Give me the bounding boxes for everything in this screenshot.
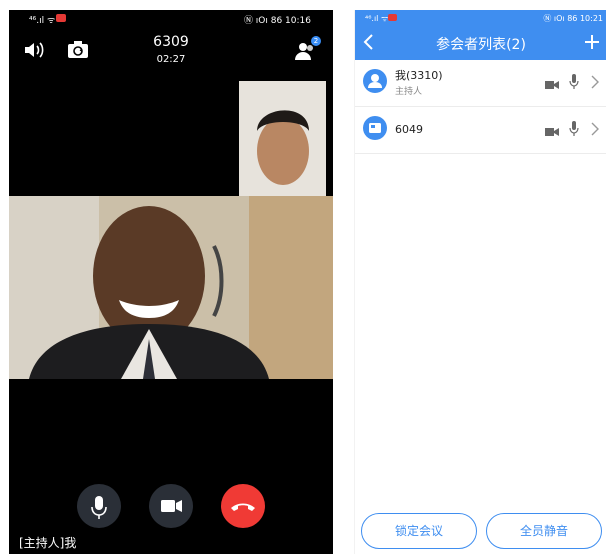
call-topbar: 6309 02:27 2 [9,34,333,74]
record-indicator-icon [388,14,397,21]
signal-indicator: ⁴⁶.ıl ᯤ [29,16,56,26]
record-indicator-icon [56,14,66,22]
video-call-screen: ⁴⁶.ıl ᯤ Ⓝ ıՕı 86 10:16 6309 02:27 2 [主持人… [9,10,333,554]
video-icon[interactable] [545,123,559,136]
status-right: Ⓝ ıՕı 86 10:21 [543,14,603,23]
navbar: 参会者列表(2) [355,26,606,60]
participant-role: 主持人 [395,87,423,97]
device-icon [363,116,387,140]
video-icon[interactable] [545,76,559,89]
mute-button[interactable] [77,484,121,528]
signal-indicator: ⁴⁶.ıl ᯤ [365,14,389,23]
participants-button[interactable]: 2 [293,36,321,62]
call-number: 6309 [153,34,189,50]
participant-list-screen: ⁴⁶.ıl ᯤ Ⓝ ıՕı 86 10:21 参会者列表(2) 我(3310) … [354,10,606,554]
add-icon[interactable] [583,32,601,52]
chevron-right-icon[interactable] [591,121,599,136]
mute-all-button[interactable]: 全员静音 [486,513,602,549]
hangup-button[interactable] [221,484,265,528]
hangup-icon [231,503,255,511]
call-timer: 02:27 [156,54,186,65]
remote-video [9,196,333,379]
status-bar: ⁴⁶.ıl ᯤ Ⓝ ıՕı 86 10:16 [9,10,333,28]
participant-row[interactable]: 6049 [355,107,606,154]
lock-meeting-button[interactable]: 锁定会议 [361,513,477,549]
status-bar: ⁴⁶.ıl ᯤ Ⓝ ıՕı 86 10:21 [355,10,606,26]
mic-icon [91,496,107,519]
page-title: 参会者列表(2) [436,37,526,53]
participant-count-badge: 2 [311,36,321,46]
participant-name: 我(3310) [395,69,443,82]
participant-name: 6049 [395,123,423,136]
participant-row[interactable]: 我(3310) 主持人 [355,60,606,107]
camera-toggle-button[interactable] [149,484,193,528]
call-controls [9,484,333,530]
status-right: Ⓝ ıՕı 86 10:16 [243,16,311,26]
person-icon [363,69,387,93]
chevron-right-icon[interactable] [591,74,599,89]
video-icon [161,500,182,512]
host-label: [主持人]我 [19,536,77,550]
participant-list: 我(3310) 主持人 6049 [355,60,606,154]
mic-icon[interactable] [569,121,579,137]
mic-icon[interactable] [569,74,579,90]
